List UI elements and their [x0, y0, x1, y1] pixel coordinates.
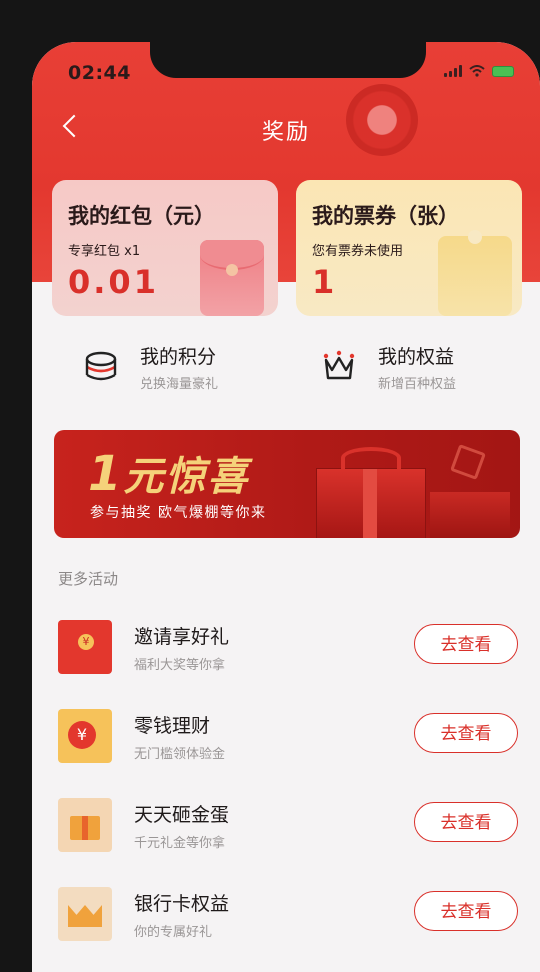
ticket-value: 1: [312, 263, 338, 301]
banner-subtitle: 参与抽奖 欧气爆棚等你来: [90, 505, 267, 521]
points-sub: 兑换海量豪礼: [140, 377, 219, 392]
mascot-decoration: [346, 84, 418, 156]
red-envelope-icon: [58, 620, 112, 674]
view-button[interactable]: 去查看: [414, 891, 518, 931]
points-title: 我的积分: [140, 346, 217, 368]
ticket-title: 我的票券（张）: [312, 204, 459, 228]
list-item[interactable]: 天天砸金蛋 千元礼金等你拿 去查看: [32, 794, 540, 874]
rights-sub: 新增百种权益: [378, 377, 457, 392]
red-packet-sub: 专享红包 x1: [68, 244, 141, 259]
status-icons: [444, 65, 514, 77]
view-button[interactable]: 去查看: [414, 802, 518, 842]
banner-headline: 1元惊喜: [88, 444, 249, 502]
banner-headline-text: 元惊喜: [123, 454, 250, 500]
list-item-title: 零钱理财: [134, 715, 211, 737]
rights-title: 我的权益: [378, 346, 455, 368]
quick-links: 我的积分 兑换海量豪礼 我的权益 新增百种权益: [32, 342, 540, 402]
coins-icon: [85, 351, 117, 381]
notch: [150, 42, 426, 78]
view-button[interactable]: 去查看: [414, 624, 518, 664]
signal-icon: [444, 65, 462, 77]
wifi-icon: [469, 65, 485, 77]
banner-headline-number: 1: [88, 446, 124, 502]
view-button[interactable]: 去查看: [414, 713, 518, 753]
red-packet-title: 我的红包（元）: [68, 204, 215, 228]
yuan-coin-icon: [58, 709, 112, 763]
more-activities-label: 更多活动: [58, 570, 119, 588]
gift-box-icon: [430, 492, 510, 538]
list-item-sub: 福利大奖等你拿: [134, 658, 226, 673]
rights-entry[interactable]: 我的权益 新增百种权益: [322, 342, 456, 392]
red-packet-card[interactable]: 我的红包（元） 专享红包 x1 0.01: [52, 180, 278, 316]
crown-icon: [323, 350, 355, 380]
list-item[interactable]: 零钱理财 无门槛领体验金 去查看: [32, 705, 540, 785]
list-item-sub: 你的专属好礼: [134, 925, 213, 940]
gift-box-icon: [316, 447, 426, 538]
list-item-title: 银行卡权益: [134, 893, 230, 915]
list-item-sub: 千元礼金等你拿: [134, 836, 226, 851]
phone-screen: 02:44 奖励 我的红包（元） 专享红包 x1 0.01 我的票券（张） 您有…: [32, 42, 540, 972]
red-packet-value: 0.01: [68, 263, 159, 301]
status-time: 02:44: [68, 62, 131, 84]
list-item[interactable]: 银行卡权益 你的专属好礼 去查看: [32, 883, 540, 963]
gift-box-icon: [58, 798, 112, 852]
ribbon-icon: [450, 444, 486, 480]
ticket-sub: 您有票券未使用: [312, 244, 404, 259]
battery-icon: [492, 65, 514, 77]
crown-icon: [58, 887, 112, 941]
ticket-card[interactable]: 我的票券（张） 您有票券未使用 1: [296, 180, 522, 316]
list-item-title: 邀请享好礼: [134, 626, 230, 648]
list-item-title: 天天砸金蛋: [134, 804, 230, 826]
promo-banner[interactable]: 1元惊喜 参与抽奖 欧气爆棚等你来: [54, 430, 520, 538]
page-title: 奖励: [261, 120, 310, 145]
list-item-sub: 无门槛领体验金: [134, 747, 226, 762]
list-item[interactable]: 邀请享好礼 福利大奖等你拿 去查看: [32, 616, 540, 696]
points-entry[interactable]: 我的积分 兑换海量豪礼: [84, 342, 218, 392]
